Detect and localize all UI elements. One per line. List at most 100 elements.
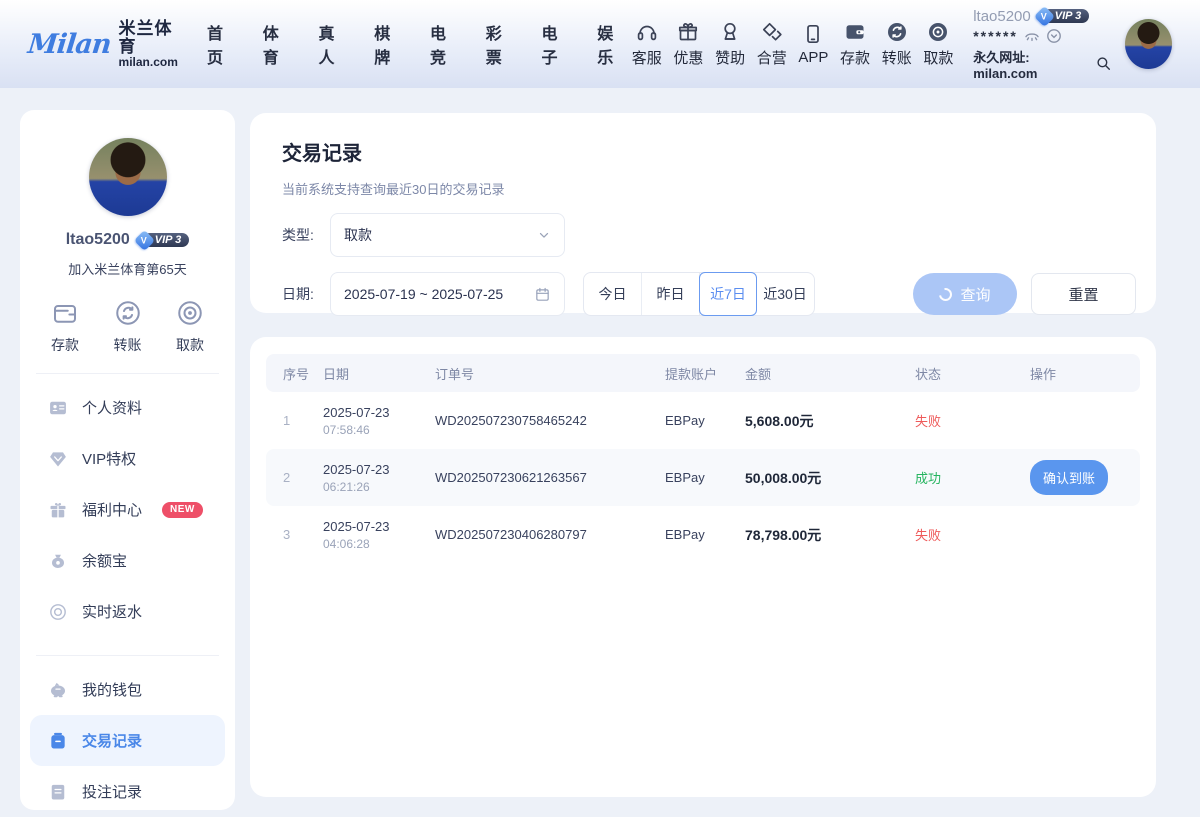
sidebar-item-profile[interactable]: 个人资料 xyxy=(30,382,225,433)
headset-icon xyxy=(635,20,659,44)
piggy-bank-icon xyxy=(48,680,68,700)
mobile-phone-icon xyxy=(801,22,825,46)
nav-item-sports[interactable]: 体育 xyxy=(263,20,292,68)
magnifier-icon[interactable] xyxy=(1096,56,1111,71)
target-icon xyxy=(175,298,205,328)
cell-order-no: WD202507230758465242 xyxy=(435,413,665,428)
joint-venture-button[interactable]: 合营 xyxy=(751,20,793,68)
wallet-outline-icon xyxy=(50,298,80,328)
cell-amount: 50,008.00元 xyxy=(745,468,915,488)
transfer-arrows-icon xyxy=(885,20,909,44)
table-row: 3 2025-07-23 04:06:28 WD2025072304062807… xyxy=(266,506,1140,563)
cell-account: EBPay xyxy=(665,413,745,428)
quick-actions: 存款 转账 取款 xyxy=(20,298,235,355)
quick-transfer-button[interactable]: 转账 xyxy=(113,298,143,355)
cell-index: 1 xyxy=(283,413,323,428)
cell-amount: 5,608.00元 xyxy=(745,411,915,431)
brand-logo-script: Milan xyxy=(26,29,112,60)
nav-item-live-casino[interactable]: 真人 xyxy=(318,20,347,68)
money-pot-icon xyxy=(48,551,68,571)
profile-avatar[interactable] xyxy=(89,138,167,216)
page-title: 交易记录 xyxy=(282,137,1136,166)
coin-icon xyxy=(926,20,950,44)
promotions-button[interactable]: 优惠 xyxy=(668,20,710,68)
page-subtitle: 当前系统支持查询最近30日的交易记录 xyxy=(282,179,1136,198)
filters-card: 交易记录 当前系统支持查询最近30日的交易记录 类型: 取款 日期: 2025-… xyxy=(250,113,1156,313)
deposit-button[interactable]: 存款 xyxy=(834,20,876,68)
sidebar-item-my-wallet[interactable]: 我的钱包 xyxy=(30,664,225,715)
sponsor-button[interactable]: 赞助 xyxy=(709,20,751,68)
brand-name-cn: 米兰体育 xyxy=(119,20,181,56)
status-badge: 失败 xyxy=(915,525,1030,544)
range-last7days-button[interactable]: 近7日 xyxy=(699,272,757,316)
nav-item-home[interactable]: 首页 xyxy=(207,20,236,68)
confirm-receipt-button[interactable]: 确认到账 xyxy=(1030,460,1108,495)
quick-deposit-button[interactable]: 存款 xyxy=(50,298,80,355)
diamond-icon xyxy=(48,449,68,469)
cell-index: 3 xyxy=(283,527,323,542)
reset-button[interactable]: 重置 xyxy=(1031,273,1136,315)
status-badge: 成功 xyxy=(915,468,1030,487)
withdraw-button[interactable]: 取款 xyxy=(918,20,960,68)
masked-balance: ****** xyxy=(973,28,1018,44)
header-actions: 客服 优惠 赞助 xyxy=(626,8,1172,81)
sidebar-item-welfare-center[interactable]: 福利中心 NEW xyxy=(30,484,225,535)
eye-slash-icon[interactable] xyxy=(1024,28,1040,44)
support-button[interactable]: 客服 xyxy=(626,20,668,68)
refresh-circle-icon[interactable] xyxy=(1046,28,1062,44)
user-avatar[interactable] xyxy=(1125,19,1172,69)
sidebar-item-bet-records[interactable]: 投注记录 xyxy=(30,766,225,817)
nav-item-esports[interactable]: 电竞 xyxy=(430,20,459,68)
date-range-input[interactable]: 2025-07-19 ~ 2025-07-25 xyxy=(330,272,565,316)
cell-amount: 78,798.00元 xyxy=(745,525,915,545)
cell-date: 2025-07-23 07:58:46 xyxy=(323,405,435,437)
sidebar-item-vip[interactable]: VIP特权 xyxy=(30,433,225,484)
user-info-block: ltao5200 V VIP 3 ****** xyxy=(973,8,1111,81)
brand-domain: milan.com xyxy=(119,56,181,69)
trophy-icon xyxy=(718,20,742,44)
nav-item-slots[interactable]: 电子 xyxy=(541,20,570,68)
sidebar: ltao5200 V VIP 3 加入米兰体育第65天 存款 xyxy=(20,110,235,810)
date-range-presets: 今日 昨日 近7日 近30日 xyxy=(583,272,815,316)
nav-item-chess[interactable]: 棋牌 xyxy=(374,20,403,68)
cell-date: 2025-07-23 06:21:26 xyxy=(323,462,435,494)
cell-date: 2025-07-23 04:06:28 xyxy=(323,519,435,551)
query-button[interactable]: 查询 xyxy=(913,273,1017,315)
sidebar-item-yuebao[interactable]: 余额宝 xyxy=(30,535,225,586)
top-bar: Milan 米兰体育 milan.com 首页 体育 真人 棋牌 电竞 彩票 电… xyxy=(0,0,1200,88)
range-today-button[interactable]: 今日 xyxy=(584,273,642,315)
table-row: 1 2025-07-23 07:58:46 WD2025072307584652… xyxy=(266,392,1140,449)
cell-action: 确认到账 xyxy=(1030,460,1123,495)
sidebar-item-transactions[interactable]: 交易记录 xyxy=(30,715,225,766)
table-header-row: 序号 日期 订单号 提款账户 金额 状态 操作 xyxy=(266,354,1140,392)
id-card-icon xyxy=(48,398,68,418)
nav-item-lottery[interactable]: 彩票 xyxy=(486,20,515,68)
transaction-wallet-icon xyxy=(48,731,68,751)
calendar-icon xyxy=(534,286,551,303)
gift-icon xyxy=(48,500,68,520)
col-header-index: 序号 xyxy=(283,364,323,383)
cell-account: EBPay xyxy=(665,470,745,485)
sidebar-menu-wallet: 我的钱包 交易记录 投注记录 xyxy=(20,656,235,817)
quick-withdraw-button[interactable]: 取款 xyxy=(175,298,205,355)
range-last30days-button[interactable]: 近30日 xyxy=(756,273,814,315)
sidebar-menu: 个人资料 VIP特权 福利中心 NEW xyxy=(20,374,235,637)
tags-icon xyxy=(760,20,784,44)
col-header-date: 日期 xyxy=(323,364,435,383)
type-select[interactable]: 取款 xyxy=(330,213,565,257)
transfer-button[interactable]: 转账 xyxy=(876,20,918,68)
username: ltao5200 xyxy=(973,8,1031,25)
table-row: 2 2025-07-23 06:21:26 WD2025072306212635… xyxy=(266,449,1140,506)
permanent-url-label: 永久网址: milan.com xyxy=(973,47,1090,81)
new-badge: NEW xyxy=(162,502,203,518)
col-header-status: 状态 xyxy=(915,364,1030,383)
cell-order-no: WD202507230621263567 xyxy=(435,470,665,485)
nav-item-entertainment[interactable]: 娱乐 xyxy=(597,20,626,68)
date-label: 日期: xyxy=(282,284,330,304)
range-yesterday-button[interactable]: 昨日 xyxy=(642,273,700,315)
app-download-button[interactable]: APP xyxy=(793,22,835,66)
gift-icon xyxy=(676,20,700,44)
brand-logo[interactable]: Milan 米兰体育 milan.com xyxy=(28,20,181,68)
col-header-amount: 金额 xyxy=(745,364,915,383)
sidebar-item-rebate[interactable]: 实时返水 xyxy=(30,586,225,637)
